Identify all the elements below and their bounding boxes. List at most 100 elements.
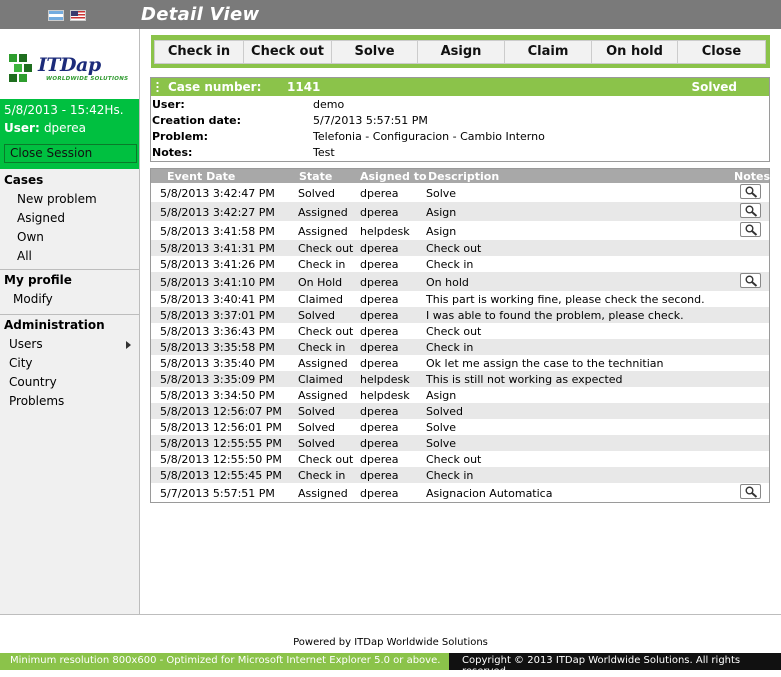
session-box: 5/8/2013 - 15:42Hs. User: dperea Close S… <box>0 99 139 169</box>
sidebar: ITDap WORLDWIDE SOLUTIONS 5/8/2013 - 15:… <box>0 29 140 614</box>
events-table-header: Event Date State Asigned to Description … <box>151 169 770 183</box>
powered-by: Powered by ITDap Worldwide Solutions <box>293 637 488 648</box>
menu-new-problem[interactable]: New problem <box>0 190 139 209</box>
logo-subtitle: WORLDWIDE SOLUTIONS <box>46 76 129 82</box>
table-row: 5/8/2013 3:41:26 PM Check in dperea Check i… <box>151 256 769 272</box>
description-cell: On hold <box>426 276 469 289</box>
description-cell: Check in <box>426 341 474 354</box>
description-cell: This is still not working as expected <box>426 373 623 386</box>
profile-section-title: My profile <box>4 273 72 287</box>
state-cell: Assigned <box>298 357 348 370</box>
case-problem: Telefonia - Configuracion - Cambio Inter… <box>313 130 545 143</box>
event-date-cell: 5/8/2013 12:56:01 PM <box>160 421 282 434</box>
state-cell: On Hold <box>298 276 343 289</box>
argentina-flag-icon[interactable] <box>48 10 64 21</box>
assigned-cell: dperea <box>360 437 399 450</box>
description-cell: Check out <box>426 325 482 338</box>
table-row: 5/8/2013 12:55:50 PM Check out dperea Check… <box>151 451 769 467</box>
case-notes-label: Notes: <box>152 146 193 159</box>
assigned-cell: helpdesk <box>360 373 410 386</box>
assigned-cell: dperea <box>360 421 399 434</box>
menu-modify[interactable]: Modify <box>0 290 139 309</box>
magnifier-icon <box>745 205 758 217</box>
events-table-body: 5/8/2013 3:42:47 PM Solved dperea Solve 5/8/… <box>151 183 769 502</box>
state-cell: Solved <box>298 187 336 200</box>
view-note-button[interactable] <box>740 184 761 199</box>
view-note-button[interactable] <box>740 484 761 499</box>
col-event-date: Event Date <box>167 170 236 183</box>
cases-section-title: Cases <box>4 173 44 187</box>
case-created-row: Creation date: 5/7/2013 5:57:51 PM <box>151 112 769 128</box>
check-in-button[interactable]: Check in <box>154 40 244 64</box>
copyright: Copyright © 2013 ITDap Worldwide Solutio… <box>462 655 741 677</box>
solve-button[interactable]: Solve <box>331 40 418 64</box>
event-date-cell: 5/8/2013 12:56:07 PM <box>160 405 282 418</box>
state-cell: Check in <box>298 258 346 271</box>
on-hold-button[interactable]: On hold <box>591 40 678 64</box>
col-description: Description <box>428 170 500 183</box>
event-date-cell: 5/8/2013 3:42:27 PM <box>160 206 275 219</box>
description-cell: This part is working fine, please check … <box>426 293 705 306</box>
close-session-button[interactable]: Close Session <box>4 144 137 163</box>
event-date-cell: 5/8/2013 3:35:40 PM <box>160 357 275 370</box>
description-cell: Solve <box>426 421 457 434</box>
session-user-label: User: <box>4 121 40 135</box>
assigned-cell: dperea <box>360 258 399 271</box>
view-note-button[interactable] <box>740 203 761 218</box>
event-date-cell: 5/8/2013 12:55:50 PM <box>160 453 282 466</box>
menu-users[interactable]: Users <box>0 335 139 354</box>
description-cell: Asignacion Automatica <box>426 487 553 500</box>
case-user-label: User: <box>152 98 185 111</box>
case-problem-row: Problem: Telefonia - Configuracion - Cam… <box>151 128 769 144</box>
assigned-cell: dperea <box>360 187 399 200</box>
case-notes-row: Notes: Test <box>151 144 769 160</box>
event-date-cell: 5/8/2013 3:35:09 PM <box>160 373 275 386</box>
itdap-logo[interactable]: ITDap WORLDWIDE SOLUTIONS <box>8 51 134 85</box>
menu-problems[interactable]: Problems <box>0 392 139 411</box>
case-created: 5/7/2013 5:57:51 PM <box>313 114 428 127</box>
description-cell: Asign <box>426 389 457 402</box>
event-date-cell: 5/8/2013 3:40:41 PM <box>160 293 275 306</box>
view-note-button[interactable] <box>740 273 761 288</box>
asign-button[interactable]: Asign <box>417 40 505 64</box>
event-date-cell: 5/8/2013 3:41:31 PM <box>160 242 275 255</box>
session-username: dperea <box>43 121 86 135</box>
state-cell: Check out <box>298 453 354 466</box>
menu-country[interactable]: Country <box>0 373 139 392</box>
event-date-cell: 5/8/2013 3:34:50 PM <box>160 389 275 402</box>
table-row: 5/8/2013 3:41:31 PM Check out dperea Check … <box>151 240 769 256</box>
case-created-label: Creation date: <box>152 114 242 127</box>
menu-asigned[interactable]: Asigned <box>0 209 139 228</box>
event-date-cell: 5/8/2013 3:35:58 PM <box>160 341 275 354</box>
case-number-label: Case number: <box>168 80 262 94</box>
magnifier-icon <box>745 186 758 198</box>
table-row: 5/8/2013 3:35:58 PM Check in dperea Check i… <box>151 339 769 355</box>
description-cell: Check out <box>426 242 482 255</box>
state-cell: Assigned <box>298 487 348 500</box>
logo-mark-icon <box>9 54 32 82</box>
table-row: 5/8/2013 3:40:41 PM Claimed dperea This par… <box>151 291 769 307</box>
assigned-cell: dperea <box>360 453 399 466</box>
close-button[interactable]: Close <box>677 40 766 64</box>
menu-city[interactable]: City <box>0 354 139 373</box>
drag-handle-icon <box>156 81 159 93</box>
action-toolbar: Check in Check out Solve Asign Claim On … <box>151 35 770 68</box>
top-bar: Detail View <box>0 0 781 29</box>
col-state: State <box>299 170 333 183</box>
state-cell: Solved <box>298 309 336 322</box>
menu-all[interactable]: All <box>0 247 139 266</box>
event-date-cell: 5/8/2013 3:42:47 PM <box>160 187 275 200</box>
menu-own[interactable]: Own <box>0 228 139 247</box>
assigned-cell: dperea <box>360 206 399 219</box>
state-cell: Assigned <box>298 225 348 238</box>
check-out-button[interactable]: Check out <box>243 40 332 64</box>
event-date-cell: 5/8/2013 3:41:10 PM <box>160 276 275 289</box>
table-row: 5/8/2013 3:42:27 PM Assigned dperea Asign <box>151 202 769 221</box>
assigned-cell: dperea <box>360 242 399 255</box>
view-note-button[interactable] <box>740 222 761 237</box>
assigned-cell: dperea <box>360 309 399 322</box>
description-cell: Ok let me assign the case to the technit… <box>426 357 664 370</box>
claim-button[interactable]: Claim <box>504 40 592 64</box>
submenu-arrow-icon <box>126 341 131 349</box>
us-flag-icon[interactable] <box>70 10 86 21</box>
